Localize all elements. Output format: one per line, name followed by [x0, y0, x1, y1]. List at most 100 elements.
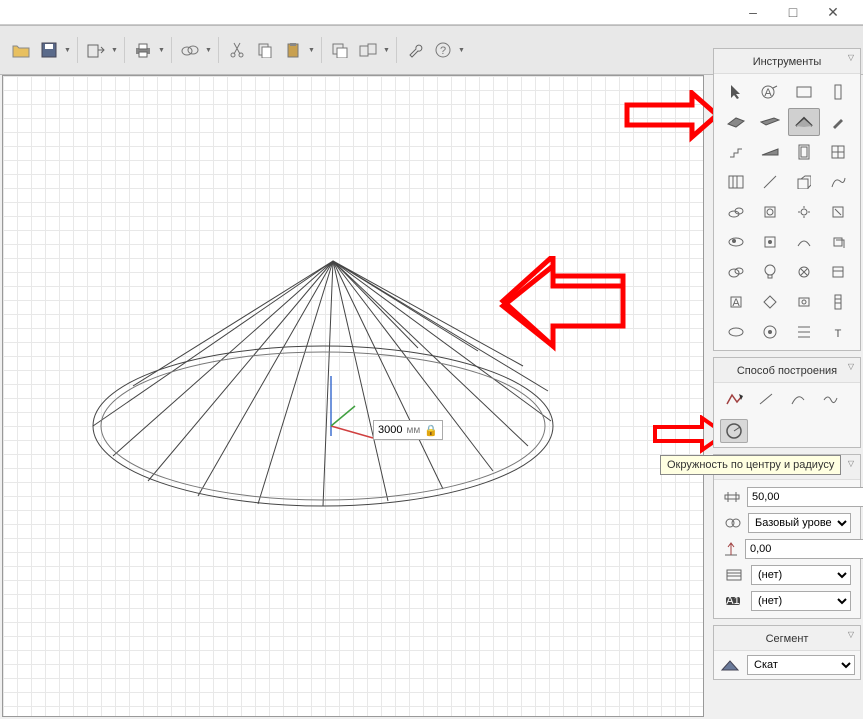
export-dropdown[interactable]: ▼	[111, 47, 119, 54]
tool-wall[interactable]	[788, 78, 820, 106]
params-panel: Параметры▽ мм Базовый урове мм (нет) A	[713, 454, 861, 619]
dimension-value: 3000	[378, 424, 402, 436]
help-button[interactable]: ?	[430, 37, 456, 63]
collapse-icon[interactable]: ▽	[848, 630, 854, 639]
tool-zone[interactable]	[822, 198, 854, 226]
tool-r7c[interactable]	[788, 258, 820, 286]
group-button[interactable]	[355, 37, 381, 63]
level-select[interactable]: Базовый урове	[748, 513, 851, 533]
svg-text:T: T	[835, 328, 842, 339]
param-hatch-row: (нет)	[718, 562, 856, 588]
print-button[interactable]	[130, 37, 156, 63]
tool-lamp[interactable]	[788, 198, 820, 226]
segment-panel-title: Сегмент▽	[714, 626, 860, 651]
tool-r9a[interactable]	[720, 318, 752, 346]
mode-arc[interactable]	[784, 387, 812, 411]
tool-select[interactable]	[720, 78, 752, 106]
tool-r8b[interactable]	[754, 288, 786, 316]
tool-ramp[interactable]	[754, 138, 786, 166]
svg-text:A1: A1	[726, 595, 739, 607]
offset-input[interactable]	[745, 539, 863, 559]
param-offset-row: мм	[718, 536, 856, 562]
tool-r8c[interactable]	[788, 288, 820, 316]
segment-row: Скат	[714, 651, 860, 679]
save-button[interactable]	[36, 37, 62, 63]
collapse-icon[interactable]: ▽	[848, 362, 854, 371]
tool-pencil[interactable]	[822, 108, 854, 136]
tool-r6a[interactable]	[720, 228, 752, 256]
mode-row-1	[714, 383, 860, 415]
tool-bulb[interactable]	[754, 258, 786, 286]
label-select[interactable]: (нет)	[751, 591, 851, 611]
tool-r8a[interactable]: A	[720, 288, 752, 316]
viewport[interactable]: 3000 мм 🔒	[2, 75, 704, 717]
tools-panel-title: Инструменты▽	[714, 49, 860, 74]
param-label-row: A1 (нет)	[718, 588, 856, 614]
tool-r9c[interactable]	[788, 318, 820, 346]
tooltip: Окружность по центру и радиусу	[660, 455, 841, 475]
mode-line[interactable]	[752, 387, 780, 411]
tool-object[interactable]	[754, 198, 786, 226]
dimension-input[interactable]: 3000 мм 🔒	[373, 420, 443, 440]
print-dropdown[interactable]: ▼	[158, 47, 166, 54]
thickness-icon	[723, 488, 741, 506]
svg-text:A: A	[732, 297, 740, 309]
group-dropdown[interactable]: ▼	[383, 47, 391, 54]
save-dropdown[interactable]: ▼	[64, 47, 72, 54]
level-icon	[723, 514, 742, 532]
help-dropdown[interactable]: ▼	[458, 47, 466, 54]
cloud-button[interactable]	[177, 37, 203, 63]
tools-grid: A	[714, 74, 860, 350]
tool-beam[interactable]	[754, 108, 786, 136]
collapse-icon[interactable]: ▽	[848, 53, 854, 62]
mode-polyline[interactable]	[720, 387, 748, 411]
tool-r9b[interactable]	[754, 318, 786, 346]
label-icon: A1	[723, 592, 745, 610]
right-panel-column: Инструменты▽ A	[713, 42, 861, 680]
tool-r8d[interactable]	[822, 288, 854, 316]
tool-text-t[interactable]: T	[822, 318, 854, 346]
segment-select[interactable]: Скат	[747, 655, 855, 675]
tool-curtain[interactable]	[720, 168, 752, 196]
tool-slab[interactable]	[720, 108, 752, 136]
maximize-button[interactable]: □	[773, 4, 813, 20]
offset-icon	[723, 540, 739, 558]
tool-stairs[interactable]	[720, 138, 752, 166]
mode-row-2	[714, 415, 860, 447]
thickness-input[interactable]	[747, 487, 863, 507]
paste-dropdown[interactable]: ▼	[308, 47, 316, 54]
copy-button[interactable]	[252, 37, 278, 63]
tool-door[interactable]	[788, 138, 820, 166]
hatch-icon	[723, 566, 745, 584]
tool-mesh[interactable]	[720, 198, 752, 226]
layers-button[interactable]	[327, 37, 353, 63]
tool-opening[interactable]	[788, 168, 820, 196]
mode-circle[interactable]	[720, 419, 748, 443]
open-button[interactable]	[8, 37, 34, 63]
tool-r7a[interactable]	[720, 258, 752, 286]
collapse-icon[interactable]: ▽	[848, 459, 854, 468]
hatch-select[interactable]: (нет)	[751, 565, 851, 585]
export-button[interactable]	[83, 37, 109, 63]
cut-button[interactable]	[224, 37, 250, 63]
mode-spline[interactable]	[816, 387, 844, 411]
tool-window[interactable]	[822, 138, 854, 166]
tool-roof[interactable]	[788, 108, 820, 136]
dimension-unit: мм	[406, 425, 420, 436]
cloud-dropdown[interactable]: ▼	[205, 47, 213, 54]
title-bar: – □ ✕	[0, 0, 863, 25]
tool-r7d[interactable]	[822, 258, 854, 286]
mode-panel: Способ построения▽	[713, 357, 861, 448]
tool-r6c[interactable]	[788, 228, 820, 256]
tool-text[interactable]: A	[754, 78, 786, 106]
wrench-button[interactable]	[402, 37, 428, 63]
mode-panel-title: Способ построения▽	[714, 358, 860, 383]
tool-r6d[interactable]	[822, 228, 854, 256]
minimize-button[interactable]: –	[733, 4, 773, 20]
tool-morph[interactable]	[822, 168, 854, 196]
tool-r6b[interactable]	[754, 228, 786, 256]
paste-button[interactable]	[280, 37, 306, 63]
tool-line[interactable]	[754, 168, 786, 196]
tool-column[interactable]	[822, 78, 854, 106]
close-button[interactable]: ✕	[813, 4, 853, 21]
